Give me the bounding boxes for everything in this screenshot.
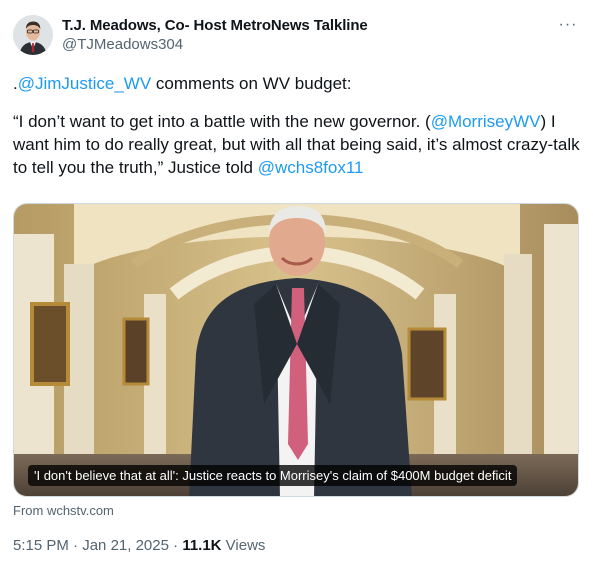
views-count[interactable]: 11.1K [182,537,221,554]
tweet-time[interactable]: 5:15 PM [13,537,69,554]
views-label: Views [221,537,266,554]
avatar-image [13,15,53,55]
tweet-text-segment: comments on WV budget: [151,74,352,93]
tweet: T.J. Meadows, Co- Host MetroNews Talklin… [0,0,593,566]
more-options-button[interactable]: ··· [556,15,580,35]
tweet-text-segment: “I don’t want to get into a battle with … [13,112,431,131]
tweet-paragraph-2: “I don’t want to get into a battle with … [13,110,581,179]
author-handle[interactable]: @TJMeadows304 [62,35,368,54]
tweet-meta: 5:15 PM · Jan 21, 2025 · 11.1K Views [13,537,265,554]
meta-separator: · [68,537,83,554]
author-names: T.J. Meadows, Co- Host MetroNews Talklin… [62,16,368,54]
tweet-header: T.J. Meadows, Co- Host MetroNews Talklin… [13,13,580,57]
card-caption: 'I don't believe that at all': Justice r… [28,465,518,486]
card-source[interactable]: From wchstv.com [13,503,114,518]
more-icon: ··· [558,16,578,33]
mention-wchs8fox11[interactable]: @wchs8fox11 [258,158,364,177]
tweet-date[interactable]: Jan 21, 2025 [82,537,169,554]
link-card[interactable]: 'I don't believe that at all': Justice r… [13,203,579,497]
tweet-paragraph-1: .@JimJustice_WV comments on WV budget: [13,72,581,95]
tweet-text: .@JimJustice_WV comments on WV budget: “… [13,72,581,194]
avatar[interactable] [13,15,53,55]
mention-morriseywv[interactable]: @MorriseyWV [431,112,541,131]
mention-jimjustice[interactable]: @JimJustice_WV [18,74,151,93]
author-display-name[interactable]: T.J. Meadows, Co- Host MetroNews Talklin… [62,16,368,35]
meta-separator: · [168,537,183,554]
card-image [14,204,578,496]
